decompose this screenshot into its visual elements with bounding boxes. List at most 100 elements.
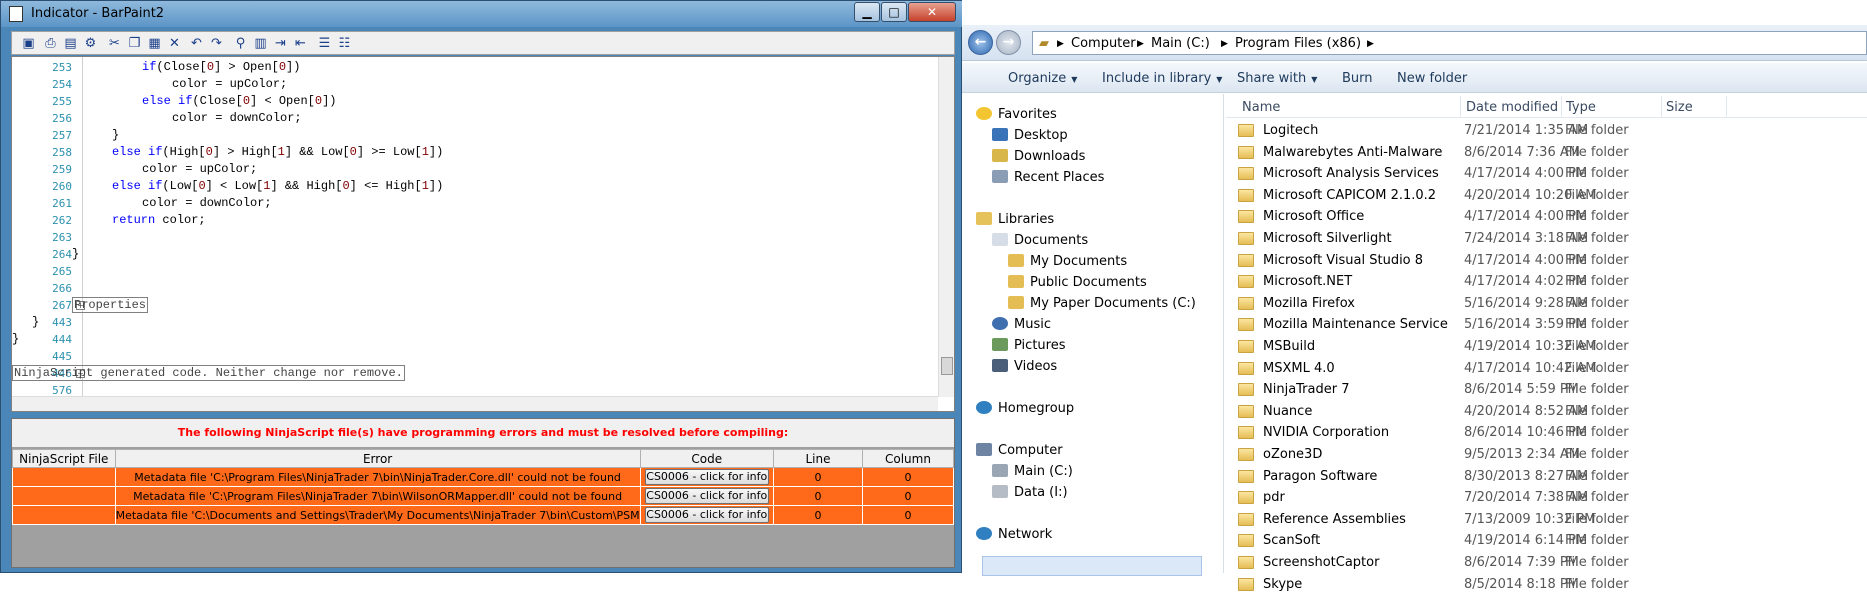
scrollbar-thumb[interactable] bbox=[941, 357, 953, 375]
redo-icon[interactable]: ↷ bbox=[208, 35, 225, 52]
print-icon[interactable]: ⎙ bbox=[42, 35, 59, 52]
file-row[interactable]: oZone3D 9/5/2013 2:34 AM File folder bbox=[1226, 444, 1867, 465]
nav-favorites[interactable]: Favorites bbox=[976, 106, 1057, 124]
breadcrumb-main-c[interactable]: Main (C:) bbox=[1151, 36, 1210, 51]
horizontal-scrollbar[interactable] bbox=[12, 396, 938, 411]
ide-titlebar[interactable]: Indicator - BarPaint2 ▁ □ ✕ bbox=[1, 1, 963, 27]
col-line[interactable]: Line bbox=[772, 449, 863, 468]
breadcrumb-program-files[interactable]: Program Files (x86) bbox=[1235, 36, 1361, 51]
nav-pictures[interactable]: Pictures bbox=[992, 337, 1065, 355]
error-row[interactable]: Metadata file 'C:\Program Files\NinjaTra… bbox=[12, 467, 955, 487]
code-line[interactable]: } bbox=[72, 246, 79, 263]
file-row[interactable]: Reference Assemblies 7/13/2009 10:32 PM Fi… bbox=[1226, 509, 1867, 530]
save-icon[interactable]: ▣ bbox=[20, 35, 37, 52]
comment-icon[interactable]: ☰ bbox=[316, 35, 333, 52]
file-row[interactable]: Malwarebytes Anti-Malware 8/6/2014 7:36 A… bbox=[1226, 142, 1867, 163]
collapsed-region[interactable]: NinjaScript generated code. Neither chan… bbox=[12, 365, 405, 381]
nav-music[interactable]: Music bbox=[992, 316, 1051, 334]
back-arrow-icon[interactable]: ← bbox=[968, 30, 993, 55]
code-info-button[interactable]: CS0006 - click for info bbox=[644, 469, 769, 485]
file-row[interactable]: Skype 8/5/2014 8:18 PM File folder bbox=[1226, 574, 1867, 595]
error-row[interactable]: Metadata file 'C:\Program Files\NinjaTra… bbox=[12, 486, 955, 506]
nav-documents[interactable]: Documents bbox=[992, 232, 1088, 250]
file-row[interactable]: Paragon Software 8/30/2013 8:27 AM File fo… bbox=[1226, 466, 1867, 487]
include-in-library-button[interactable]: Include in library ▼ bbox=[1102, 71, 1222, 86]
col-date-modified[interactable]: Date modified bbox=[1466, 100, 1558, 115]
uncomment-icon[interactable]: ☷ bbox=[336, 35, 353, 52]
properties-icon[interactable]: ⚙ bbox=[82, 35, 99, 52]
replace-icon[interactable]: ▥ bbox=[252, 35, 269, 52]
nav-network[interactable]: Network bbox=[976, 526, 1052, 544]
nav-data-i[interactable]: Data (I:) bbox=[992, 484, 1068, 502]
col-ninjascript-file[interactable]: NinjaScript File bbox=[12, 449, 116, 468]
file-row[interactable]: Logitech 7/21/2014 1:35 AM File folder bbox=[1226, 120, 1867, 141]
code-line[interactable]: if(Close[0] > Open[0]) bbox=[142, 59, 300, 76]
nav-my-paper-documents[interactable]: My Paper Documents (C:) bbox=[1008, 295, 1196, 313]
nav-my-documents[interactable]: My Documents bbox=[1008, 253, 1127, 271]
nav-desktop[interactable]: Desktop bbox=[992, 127, 1068, 145]
cut-icon[interactable]: ✂ bbox=[106, 35, 123, 52]
code-info-button[interactable]: CS0006 - click for info bbox=[644, 507, 769, 523]
share-with-button[interactable]: Share with ▼ bbox=[1237, 71, 1317, 86]
code-editor[interactable]: 253 if(Close[0] > Open[0]) 254 color = upCo… bbox=[11, 56, 955, 412]
file-row[interactable]: ScreenshotCaptor 8/6/2014 7:39 PM File fol… bbox=[1226, 552, 1867, 573]
code-line[interactable]: } bbox=[32, 314, 39, 331]
code-line[interactable]: return color; bbox=[112, 212, 206, 229]
file-row[interactable]: Microsoft CAPICOM 2.1.0.2 4/20/2014 10:20… bbox=[1226, 185, 1867, 206]
code-line[interactable]: else if(High[0] > High[1] && Low[0] >= L… bbox=[112, 144, 443, 161]
file-row[interactable]: ScanSoft 4/19/2014 6:14 PM File folder bbox=[1226, 530, 1867, 551]
file-row[interactable]: Microsoft Analysis Services 4/17/2014 4:0… bbox=[1226, 163, 1867, 184]
copy-icon[interactable]: ❐ bbox=[126, 35, 143, 52]
nav-videos[interactable]: Videos bbox=[992, 358, 1057, 376]
code-line[interactable]: color = upColor; bbox=[172, 76, 287, 93]
code-line[interactable]: else if(Low[0] < Low[1] && High[0] <= Hi… bbox=[112, 178, 443, 195]
indent-icon[interactable]: ⇥ bbox=[272, 35, 289, 52]
nav-recent-places[interactable]: Recent Places bbox=[992, 169, 1104, 187]
code-line[interactable]: } bbox=[12, 331, 19, 348]
nav-public-documents[interactable]: Public Documents bbox=[1008, 274, 1147, 292]
column-divider[interactable] bbox=[1561, 96, 1562, 118]
new-folder-button[interactable]: New folder bbox=[1397, 71, 1467, 86]
col-column[interactable]: Column bbox=[861, 449, 955, 468]
maximize-button[interactable]: □ bbox=[881, 2, 907, 22]
minimize-button[interactable]: ▁ bbox=[854, 2, 880, 22]
code-info-button[interactable]: CS0006 - click for info bbox=[644, 488, 769, 504]
outdent-icon[interactable]: ⇤ bbox=[292, 35, 309, 52]
col-name[interactable]: Name bbox=[1242, 100, 1280, 115]
file-row[interactable]: NinjaTrader 7 8/6/2014 5:59 PM File folder bbox=[1226, 379, 1867, 400]
col-code[interactable]: Code bbox=[639, 449, 774, 468]
paste-icon[interactable]: ▦ bbox=[146, 35, 163, 52]
collapsed-region[interactable]: Properties bbox=[72, 297, 149, 313]
file-row[interactable]: MSXML 4.0 4/17/2014 10:42 AM File folder bbox=[1226, 358, 1867, 379]
file-row[interactable]: pdr 7/20/2014 7:38 AM File folder bbox=[1226, 487, 1867, 508]
file-row[interactable]: Microsoft.NET 4/17/2014 4:02 PM File folde… bbox=[1226, 271, 1867, 292]
nav-homegroup[interactable]: Homegroup bbox=[976, 400, 1074, 418]
nav-main-c[interactable]: Main (C:) bbox=[992, 463, 1073, 481]
file-row[interactable]: Microsoft Office 4/17/2014 4:00 PM File fo… bbox=[1226, 206, 1867, 227]
col-type[interactable]: Type bbox=[1566, 100, 1596, 115]
column-divider[interactable] bbox=[1726, 96, 1727, 118]
col-size[interactable]: Size bbox=[1666, 100, 1693, 115]
code-line[interactable]: color = upColor; bbox=[142, 161, 257, 178]
organize-button[interactable]: Organize ▼ bbox=[1008, 71, 1077, 86]
code-line[interactable]: } bbox=[112, 127, 119, 144]
forward-arrow-icon[interactable]: → bbox=[996, 30, 1021, 55]
file-row[interactable]: MSBuild 4/19/2014 10:32 AM File folder bbox=[1226, 336, 1867, 357]
code-line[interactable]: color = downColor; bbox=[172, 110, 302, 127]
file-row[interactable]: Mozilla Firefox 5/16/2014 9:28 AM File fol… bbox=[1226, 293, 1867, 314]
delete-icon[interactable]: ✕ bbox=[166, 35, 183, 52]
vertical-scrollbar[interactable] bbox=[938, 57, 954, 397]
nav-libraries[interactable]: Libraries bbox=[976, 211, 1054, 229]
burn-button[interactable]: Burn bbox=[1342, 71, 1373, 86]
breadcrumb-computer[interactable]: Computer bbox=[1071, 36, 1136, 51]
column-divider[interactable] bbox=[1460, 96, 1461, 118]
file-row[interactable]: Mozilla Maintenance Service 5/16/2014 3:5… bbox=[1226, 314, 1867, 335]
error-row[interactable]: Metadata file 'C:\Documents and Settings… bbox=[12, 505, 955, 525]
code-line[interactable]: Properties bbox=[72, 297, 149, 314]
nav-computer[interactable]: Computer bbox=[976, 442, 1063, 460]
undo-icon[interactable]: ↶ bbox=[188, 35, 205, 52]
close-button[interactable]: ✕ bbox=[908, 2, 956, 22]
code-line[interactable]: else if(Close[0] < Open[0]) bbox=[142, 93, 336, 110]
file-row[interactable]: Microsoft Silverlight 7/24/2014 3:18 AM Fi… bbox=[1226, 228, 1867, 249]
address-bar[interactable]: ▰ ▶ Computer ▶ Main (C:) ▶ Program Files… bbox=[1032, 31, 1867, 55]
